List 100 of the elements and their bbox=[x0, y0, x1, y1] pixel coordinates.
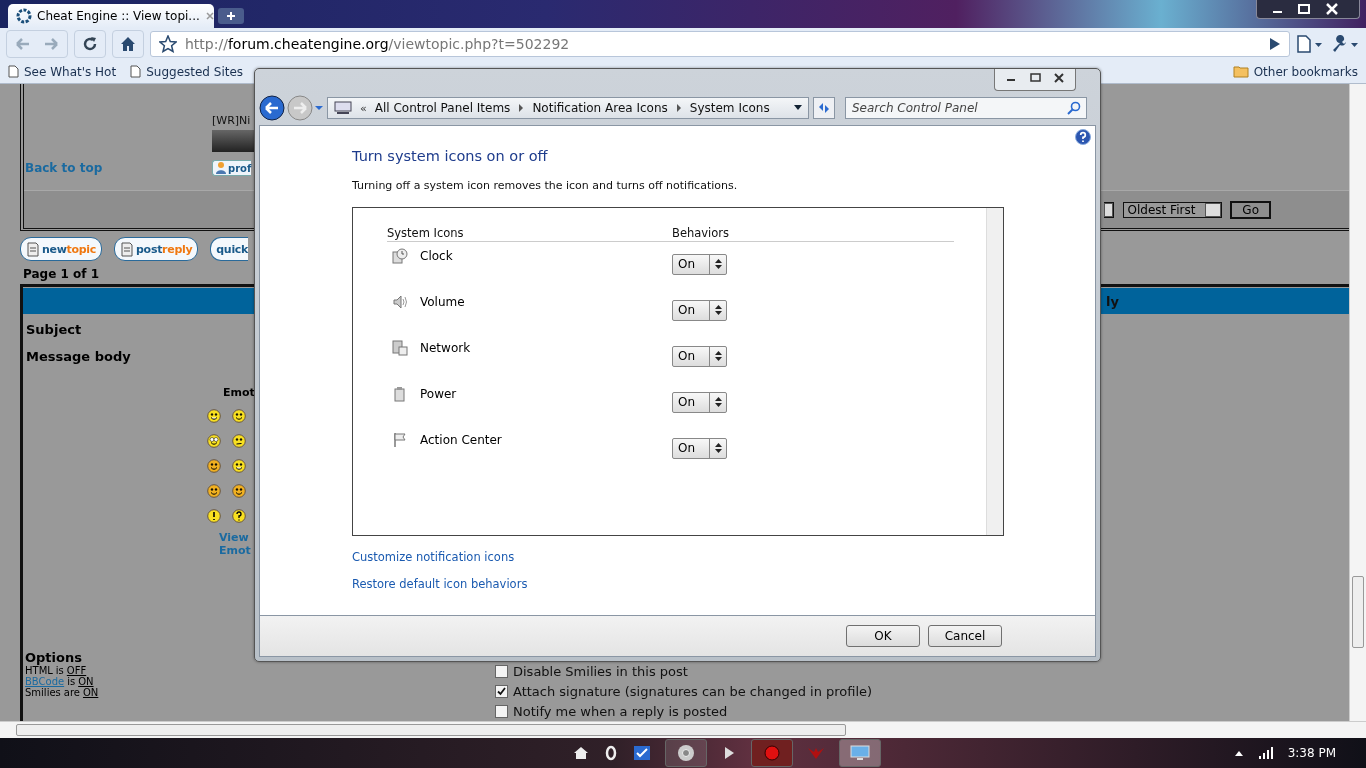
system-icon-name: Action Center bbox=[420, 433, 502, 447]
option-value: ON bbox=[82, 687, 99, 698]
horizontal-scrollbar[interactable] bbox=[0, 721, 1366, 738]
up-down-icon bbox=[714, 396, 722, 408]
page-icon bbox=[8, 65, 19, 78]
home-button[interactable] bbox=[112, 30, 144, 58]
up-down-icon bbox=[714, 350, 722, 362]
close-icon[interactable] bbox=[204, 11, 215, 21]
checkbox-label: Notify me when a reply is posted bbox=[513, 704, 728, 719]
page-menu-icon[interactable] bbox=[1296, 35, 1324, 53]
option-name: HTML bbox=[25, 665, 53, 676]
help-icon[interactable] bbox=[1075, 129, 1091, 145]
checkbox[interactable] bbox=[495, 685, 508, 698]
signal-icon[interactable] bbox=[1257, 747, 1274, 759]
bookmark[interactable]: See What's Hot bbox=[8, 64, 117, 79]
dropdown-icon[interactable] bbox=[794, 105, 802, 111]
dialog-button[interactable]: Cancel bbox=[928, 625, 1002, 647]
globe-icon bbox=[676, 744, 695, 762]
browser-tab[interactable]: Cheat Engine :: View topi... bbox=[8, 4, 214, 28]
taskbar-clock[interactable]: 3:38 PM bbox=[1287, 746, 1336, 760]
breadcrumb-item[interactable]: All Control Panel Items bbox=[374, 101, 511, 115]
window-controls[interactable] bbox=[1256, 0, 1360, 19]
bookmark[interactable]: Suggested Sites bbox=[130, 64, 244, 79]
breadcrumb-item[interactable]: System Icons bbox=[689, 101, 770, 115]
taskbar-button[interactable] bbox=[664, 739, 707, 767]
checkmark-icon[interactable] bbox=[632, 745, 651, 761]
checkbox[interactable] bbox=[495, 705, 508, 718]
page-info: Page 1 of 1 bbox=[23, 267, 100, 281]
back-forward-icon[interactable] bbox=[259, 94, 323, 122]
vertical-scrollbar[interactable] bbox=[1349, 84, 1366, 721]
chevron-icon[interactable] bbox=[675, 104, 682, 112]
behavior-select[interactable]: On bbox=[672, 391, 727, 413]
settings-link[interactable]: Restore default icon behaviors bbox=[352, 577, 528, 591]
smiley-icon[interactable] bbox=[232, 509, 246, 523]
behavior-select[interactable]: On bbox=[672, 253, 727, 275]
search-field[interactable]: Search Control Panel bbox=[845, 97, 1087, 119]
action-button[interactable]: newtopic bbox=[20, 237, 103, 261]
sort-order-select[interactable]: Oldest First bbox=[1122, 201, 1223, 218]
star-icon[interactable] bbox=[159, 35, 177, 53]
chevron-icon[interactable] bbox=[518, 104, 525, 112]
message-label: Message body bbox=[26, 349, 131, 364]
option-value: ON bbox=[78, 676, 94, 687]
show-hidden-icon[interactable] bbox=[1233, 749, 1244, 757]
up-down-icon bbox=[714, 304, 722, 316]
column-header: System Icons bbox=[387, 226, 465, 240]
up-down-icon bbox=[714, 442, 722, 454]
settings-link[interactable]: Customize notification icons bbox=[352, 550, 515, 564]
window-controls[interactable] bbox=[994, 69, 1076, 91]
option-verb: are bbox=[63, 687, 80, 698]
behavior-select[interactable]: On bbox=[672, 345, 727, 367]
go-button[interactable]: Go bbox=[1230, 200, 1271, 219]
page-heading: Turn system icons on or off bbox=[352, 148, 549, 164]
new-tab-button[interactable] bbox=[218, 8, 244, 24]
profile-button[interactable]: prof bbox=[212, 160, 252, 176]
overflow-chevron[interactable]: « bbox=[360, 101, 367, 115]
checkbox-label: Attach signature (signatures can be changed in profile) bbox=[513, 684, 873, 699]
option-verb: is bbox=[67, 676, 76, 687]
behavior-select[interactable]: On bbox=[672, 299, 727, 321]
smiley-icon[interactable] bbox=[232, 459, 246, 473]
go-icon[interactable] bbox=[1269, 37, 1281, 51]
folder-icon bbox=[1232, 65, 1249, 78]
home-icon[interactable] bbox=[572, 745, 589, 761]
poster-name: [WR]Ni bbox=[212, 114, 252, 127]
sort-field-select[interactable] bbox=[1103, 201, 1114, 218]
battery-icon bbox=[392, 386, 408, 402]
checkbox-label: Disable Smilies in this post bbox=[513, 664, 688, 679]
flag-icon bbox=[392, 432, 408, 448]
system-icon-name: Power bbox=[420, 387, 457, 401]
breadcrumb-bar[interactable]: « All Control Panel Items Notification Area Icons System Icons bbox=[327, 97, 809, 119]
column-header: Behaviors bbox=[672, 226, 730, 240]
address-bar[interactable]: http://forum.cheatengine.org/viewtopic.php?t=502292 bbox=[150, 31, 1290, 57]
behavior-select[interactable]: On bbox=[672, 437, 727, 459]
refresh-button[interactable] bbox=[813, 97, 835, 119]
breadcrumb-item[interactable]: Notification Area Icons bbox=[532, 101, 668, 115]
monitor-icon bbox=[849, 745, 870, 761]
header-text: ly bbox=[1106, 293, 1119, 309]
emoticons-heading: Emot bbox=[223, 386, 255, 399]
action-button[interactable]: postreply bbox=[114, 237, 199, 261]
up-down-icon bbox=[714, 258, 722, 270]
options-title: Options bbox=[25, 650, 83, 665]
dialog-button[interactable]: OK bbox=[846, 625, 920, 647]
system-icon-name: Volume bbox=[420, 295, 465, 309]
other-bookmarks[interactable]: Other bookmarks bbox=[1232, 64, 1358, 79]
option-verb: is bbox=[55, 665, 64, 676]
smiley-icon[interactable] bbox=[207, 409, 221, 423]
system-icon-name: Clock bbox=[420, 249, 453, 263]
taskbar-button[interactable] bbox=[838, 739, 881, 767]
smiley-icon[interactable] bbox=[207, 509, 221, 523]
gear-icon bbox=[16, 8, 32, 24]
subject-label: Subject bbox=[26, 322, 82, 337]
document-icon bbox=[120, 241, 135, 257]
list-scrollbar[interactable] bbox=[986, 208, 1003, 535]
smiley-icon[interactable] bbox=[232, 409, 246, 423]
search-icon[interactable] bbox=[1067, 101, 1081, 115]
rank-image bbox=[212, 130, 256, 152]
person-icon bbox=[215, 161, 227, 175]
smiley-icon[interactable] bbox=[232, 434, 246, 448]
action-button[interactable]: quick bbox=[210, 237, 249, 261]
reload-button[interactable] bbox=[74, 30, 106, 58]
checkbox[interactable] bbox=[495, 665, 508, 678]
